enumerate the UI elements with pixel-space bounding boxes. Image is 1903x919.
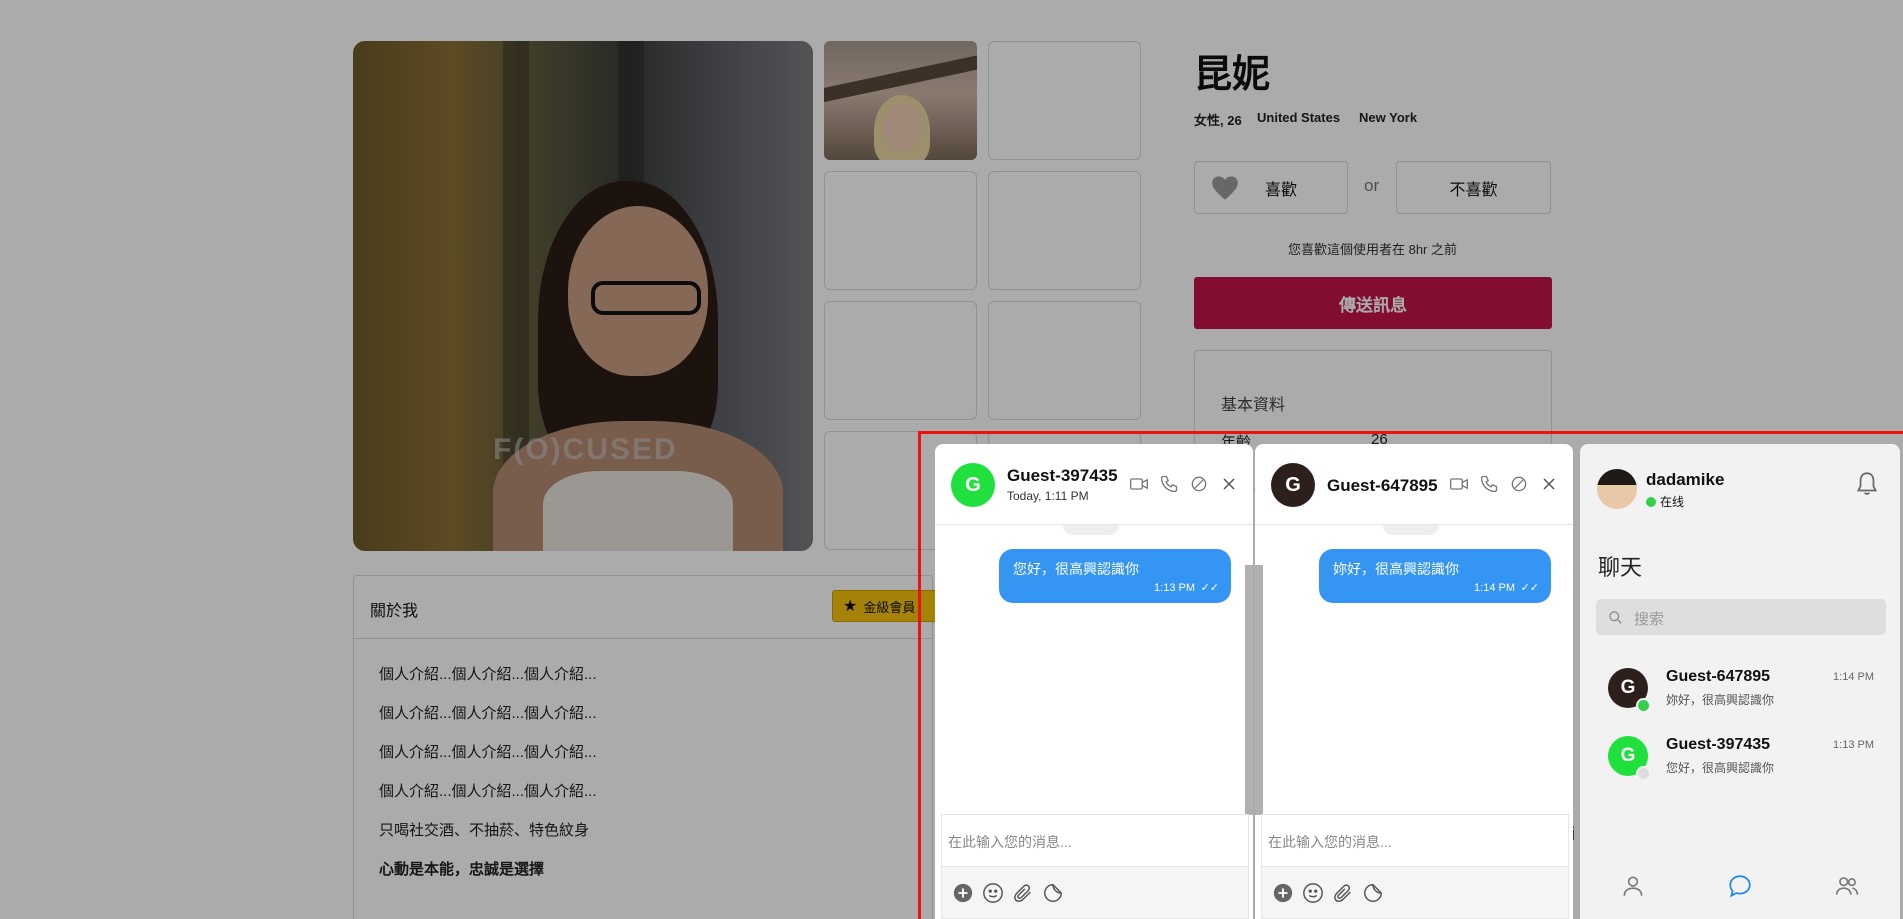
heart-icon — [1212, 175, 1238, 200]
about-me-section: 關於我 ★ 金級會員 個人介紹...個人介紹...個人介紹... 個人介紹...… — [353, 575, 942, 919]
about-line: 個人介紹...個人介紹...個人介紹... — [379, 705, 597, 722]
search-placeholder: 搜索 — [1634, 611, 1665, 628]
or-separator: or — [1364, 176, 1380, 195]
emoji-icon[interactable] — [982, 882, 1004, 904]
basic-info-title: 基本資料 — [1221, 397, 1286, 414]
about-line: 只喝社交酒、不抽菸、特色紋身 — [379, 822, 590, 839]
liked-note: 您喜歡這個使用者在 8hr 之前 — [1287, 242, 1457, 257]
chat-section-title: 聊天 — [1598, 555, 1643, 580]
conversation-name: Guest-647895 — [1666, 668, 1771, 685]
read-receipt-icon: ✓✓ — [1200, 582, 1219, 594]
add-icon[interactable] — [1272, 882, 1294, 904]
search-icon — [1609, 611, 1622, 624]
chat-contact-name: Guest-397435 — [1007, 466, 1118, 485]
sticker-icon[interactable] — [1362, 882, 1384, 904]
emoji-icon[interactable] — [1302, 882, 1324, 904]
conversation-time: 1:13 PM — [1833, 739, 1874, 751]
message-time: 1:14 PM — [1474, 582, 1515, 594]
chat-contact-name: Guest-647895 — [1327, 476, 1438, 495]
search-input[interactable]: 搜索 — [1596, 599, 1886, 635]
about-line: 個人介紹...個人介紹...個人介紹... — [379, 744, 597, 761]
contact-avatar: G — [951, 463, 995, 507]
about-line: 個人介紹...個人介紹...個人介紹... — [379, 783, 597, 800]
message-bubble[interactable]: 您好，很高興認識你 1:13 PM ✓✓ — [999, 549, 1231, 603]
user-status: 在线 — [1646, 493, 1684, 510]
photo-watermark: F(O)CUSED — [493, 433, 678, 466]
message-input[interactable]: 在此输入您的消息... — [1261, 814, 1569, 866]
photo-slot-empty[interactable] — [824, 301, 977, 420]
about-line: 個人介紹...個人介紹...個人介紹... — [379, 666, 597, 683]
user-name: dadamike — [1646, 470, 1725, 489]
conversation-preview: 妳好，很高興認識你 — [1666, 693, 1775, 707]
contacts-nav-icon[interactable] — [1834, 873, 1860, 899]
online-status-dot — [1636, 698, 1651, 713]
block-icon[interactable] — [1189, 474, 1209, 494]
read-receipt-icon: ✓✓ — [1520, 582, 1539, 594]
profile-name: 昆妮 — [1194, 54, 1271, 96]
block-icon[interactable] — [1509, 474, 1529, 494]
user-status-label: 在线 — [1660, 495, 1685, 509]
online-status-dot — [1646, 496, 1656, 507]
chat-sidebar: dadamike 在线 聊天 搜索 G Guest-647895 妳好，很高興認… — [1580, 444, 1900, 919]
photo-slot-empty[interactable] — [988, 301, 1141, 420]
star-icon: ★ — [843, 598, 858, 615]
message-input[interactable]: 在此输入您的消息... — [941, 814, 1249, 866]
phone-icon[interactable] — [1159, 474, 1179, 494]
profile-gender-age: 女性, 26 — [1194, 113, 1242, 128]
message-bubble[interactable]: 妳好，很高興認識你 1:14 PM ✓✓ — [1319, 549, 1551, 603]
photo-thumbnail[interactable] — [824, 41, 977, 160]
conversation-item[interactable]: G Guest-397435 您好，很高興認識你 1:13 PM — [1580, 736, 1900, 798]
close-icon[interactable] — [1219, 474, 1239, 494]
photo-slot-empty[interactable] — [824, 171, 977, 290]
message-text: 您好，很高興認識你 — [1013, 561, 1139, 577]
about-motto: 心動是本能，忠誠是選擇 — [379, 861, 545, 878]
attachment-icon[interactable] — [1012, 882, 1034, 904]
profile-country: United States — [1257, 110, 1341, 125]
contact-avatar: G — [1271, 463, 1315, 507]
scrollbar[interactable] — [1255, 565, 1263, 815]
conversation-preview: 您好，很高興認識你 — [1666, 761, 1775, 775]
sidebar-bottom-nav — [1580, 853, 1900, 919]
message-text: 妳好，很高興認識你 — [1333, 561, 1459, 577]
gold-member-label: 金級會員 — [863, 599, 916, 615]
message-input-placeholder: 在此输入您的消息... — [1268, 834, 1392, 850]
scrollbar[interactable] — [1245, 565, 1253, 815]
chat-nav-icon[interactable] — [1727, 873, 1753, 899]
conversation-name: Guest-397435 — [1666, 736, 1771, 753]
add-icon[interactable] — [952, 882, 974, 904]
conversation-time: 1:14 PM — [1833, 671, 1874, 683]
chat-window-guest-397435: G Guest-397435 Today, 1:11 PM 您好，很高興認識你 … — [935, 444, 1253, 919]
online-status-dot — [1636, 766, 1651, 781]
video-call-icon[interactable] — [1449, 474, 1469, 494]
user-avatar[interactable] — [1597, 469, 1637, 509]
profile-nav-icon[interactable] — [1620, 873, 1646, 899]
like-button[interactable]: 喜歡 — [1194, 161, 1348, 214]
message-time: 1:13 PM — [1154, 582, 1195, 594]
bell-icon[interactable] — [1854, 470, 1880, 498]
attachment-icon[interactable] — [1332, 882, 1354, 904]
video-call-icon[interactable] — [1129, 474, 1149, 494]
dislike-button[interactable]: 不喜歡 — [1396, 161, 1551, 214]
like-label: 喜歡 — [1264, 181, 1297, 199]
photo-slot-empty[interactable] — [988, 171, 1141, 290]
about-me-title: 關於我 — [370, 603, 419, 620]
main-profile-photo[interactable]: F(O)CUSED — [353, 41, 813, 551]
gold-member-badge[interactable]: ★ 金級會員 — [832, 590, 942, 622]
sticker-icon[interactable] — [1042, 882, 1064, 904]
photo-slot-empty[interactable] — [988, 41, 1141, 160]
close-icon[interactable] — [1539, 474, 1559, 494]
conversation-item[interactable]: G Guest-647895 妳好，很高興認識你 1:14 PM — [1580, 668, 1900, 730]
message-input-placeholder: 在此输入您的消息... — [948, 834, 1072, 850]
phone-icon[interactable] — [1479, 474, 1499, 494]
chat-last-seen: Today, 1:11 PM — [1007, 489, 1089, 503]
profile-city: New York — [1359, 110, 1418, 125]
send-message-button[interactable]: 傳送訊息 — [1194, 277, 1552, 329]
chat-window-guest-647895: G Guest-647895 妳好，很高興認識你 1:14 PM ✓✓ 在此输入… — [1255, 444, 1573, 919]
